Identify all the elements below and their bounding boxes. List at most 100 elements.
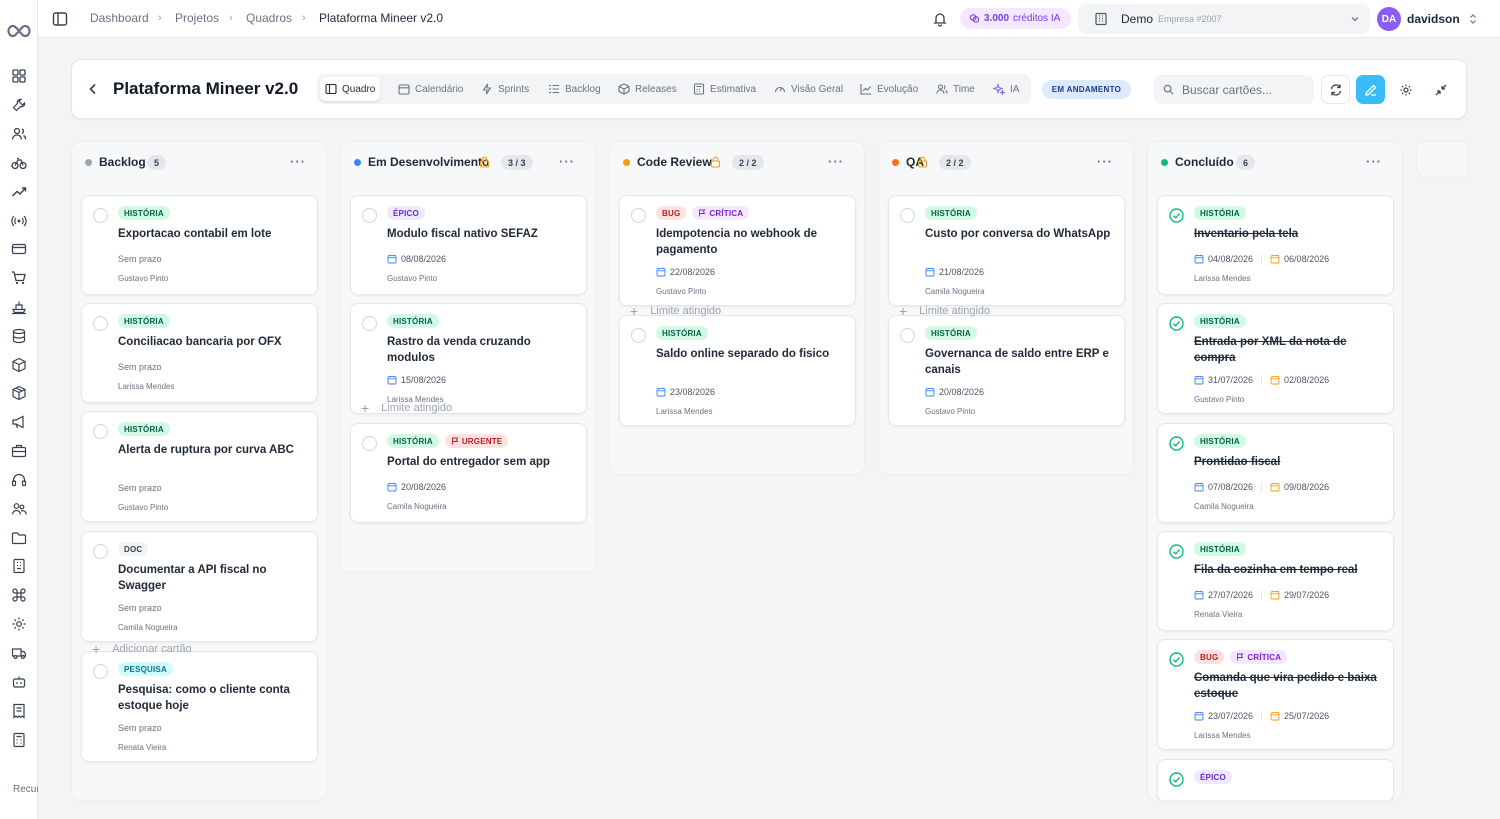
card-checkbox[interactable] <box>631 208 646 223</box>
card-start-date: 23/08/2026 <box>670 387 716 397</box>
kanban-card[interactable]: HISTÓRIA Prontidao fiscal 07/08/2026 09/08/… <box>1157 423 1394 523</box>
kanban-card[interactable]: HISTÓRIA URGENTE Portal do entregador sem … <box>350 423 587 523</box>
sidebar-footer-text[interactable]: Recursos avançados <box>13 784 38 796</box>
edit-button[interactable] <box>1356 75 1385 104</box>
card-checkbox[interactable] <box>631 328 646 343</box>
truck-icon[interactable] <box>11 645 27 661</box>
check-circle-icon[interactable] <box>1169 436 1184 451</box>
kanban-card[interactable]: HISTÓRIA Inventario pela tela 04/08/2026 06… <box>1157 195 1394 295</box>
package-icon[interactable] <box>11 385 27 401</box>
card-checkbox[interactable] <box>362 316 377 331</box>
card-due: Sem prazo <box>118 723 162 733</box>
headset-icon[interactable] <box>11 472 27 488</box>
box-icon[interactable] <box>11 357 27 373</box>
tab-sprints[interactable]: Sprints <box>476 77 534 101</box>
kanban-card[interactable]: HISTÓRIA Custo por conversa do WhatsApp 21… <box>888 195 1125 306</box>
card-checkbox[interactable] <box>93 424 108 439</box>
column-more-icon[interactable]: ··· <box>559 154 575 169</box>
wrench-icon[interactable] <box>11 97 27 113</box>
tab-backlog[interactable]: Backlog <box>543 77 606 101</box>
kanban-card[interactable]: ÉPICO Modulo fiscal nativo SEFAZ 08/08/202… <box>350 195 587 295</box>
tab-evolucao[interactable]: Evolução <box>855 77 923 101</box>
column-more-icon[interactable]: ··· <box>1097 154 1113 169</box>
tab-time[interactable]: Time <box>931 77 980 101</box>
kanban-card[interactable]: HISTÓRIA Conciliacao bancaria por OFX Sem … <box>81 303 318 403</box>
tab-releases[interactable]: Releases <box>613 77 682 101</box>
card-icon[interactable] <box>11 241 27 257</box>
card-checkbox[interactable] <box>362 208 377 223</box>
check-circle-icon[interactable] <box>1169 208 1184 223</box>
add-card-button[interactable]: + Adicionar cartão <box>92 641 192 657</box>
command-icon[interactable] <box>11 587 27 603</box>
building-icon[interactable] <box>11 558 27 574</box>
card-tags: ÉPICO <box>1194 770 1232 784</box>
database-icon[interactable] <box>11 328 27 344</box>
breadcrumb-dashboard[interactable]: Dashboard <box>90 11 149 25</box>
column-more-icon[interactable]: ··· <box>828 154 844 169</box>
user-menu[interactable]: DA davidson <box>1377 5 1483 33</box>
briefcase-icon[interactable] <box>11 443 27 459</box>
infinity-logo-icon[interactable] <box>6 22 32 40</box>
bike-icon[interactable] <box>11 155 27 171</box>
kanban-card[interactable]: HISTÓRIA Alerta de ruptura por curva ABC S… <box>81 411 318 522</box>
kanban-card[interactable]: HISTÓRIA Fila da cozinha em tempo real 27/… <box>1157 531 1394 631</box>
bell-icon[interactable] <box>932 11 948 27</box>
card-title: Modulo fiscal nativo SEFAZ <box>387 228 538 240</box>
check-circle-icon[interactable] <box>1169 544 1184 559</box>
gear-icon[interactable] <box>11 616 27 632</box>
card-checkbox[interactable] <box>900 328 915 343</box>
tab-visao-geral[interactable]: Visão Geral <box>769 77 848 101</box>
card-checkbox[interactable] <box>93 664 108 679</box>
settings-button[interactable] <box>1391 75 1420 104</box>
users-icon[interactable] <box>11 126 27 142</box>
kanban-card[interactable]: HISTÓRIA Saldo online separado do fisico 2… <box>619 315 856 426</box>
ship-icon[interactable] <box>11 299 27 315</box>
team-icon[interactable] <box>11 501 27 517</box>
breadcrumb-projetos[interactable]: Projetos <box>175 11 219 25</box>
check-circle-icon[interactable] <box>1169 772 1184 787</box>
tab-ia[interactable]: IA <box>988 77 1024 101</box>
card-checkbox[interactable] <box>93 316 108 331</box>
kanban-card[interactable]: BUG CRÍTICA Idempotencia no webhook de pag… <box>619 195 856 306</box>
kanban-card[interactable]: DOC Documentar a API fiscal no Swagger Sem… <box>81 531 318 642</box>
card-assignee: Gustavo Pinto <box>656 287 707 296</box>
column-more-icon[interactable]: ··· <box>290 154 306 169</box>
sidebar-toggle-icon[interactable] <box>52 11 68 27</box>
receipt-icon[interactable] <box>11 703 27 719</box>
grid-icon[interactable] <box>11 68 27 84</box>
kanban-card[interactable]: HISTÓRIA Entrada por XML da nota de compr… <box>1157 303 1394 414</box>
card-checkbox[interactable] <box>93 208 108 223</box>
check-circle-icon[interactable] <box>1169 652 1184 667</box>
broadcast-icon[interactable] <box>11 213 27 229</box>
megaphone-icon[interactable] <box>11 414 27 430</box>
back-arrow-icon[interactable] <box>86 82 100 96</box>
kanban-card[interactable]: PESQUISA Pesquisa: como o cliente conta e… <box>81 651 318 762</box>
card-checkbox[interactable] <box>900 208 915 223</box>
breadcrumb-quadros[interactable]: Quadros <box>246 11 292 25</box>
kanban-card[interactable]: ÉPICO <box>1157 759 1394 800</box>
collapse-button[interactable] <box>1426 75 1455 104</box>
card-tag: URGENTE <box>444 434 509 448</box>
tab-quadro[interactable]: Quadro <box>320 77 381 101</box>
refresh-button[interactable] <box>1321 75 1350 104</box>
kanban-card[interactable]: HISTÓRIA Rastro da venda cruzando modulos… <box>350 303 587 414</box>
tab-calendario[interactable]: Calendário <box>393 77 468 101</box>
card-checkbox[interactable] <box>362 436 377 451</box>
column-more-icon[interactable]: ··· <box>1366 154 1382 169</box>
card-dates: 21/08/2026 <box>925 267 984 277</box>
calculator-icon[interactable] <box>11 732 27 748</box>
ai-credits-badge[interactable]: 3.000 créditos IA <box>960 8 1071 29</box>
check-circle-icon[interactable] <box>1169 316 1184 331</box>
cart-icon[interactable] <box>11 270 27 286</box>
tab-estimativa[interactable]: Estimativa <box>688 77 761 101</box>
kanban-card[interactable]: HISTÓRIA Exportacao contabil em lote Sem p… <box>81 195 318 295</box>
bot-icon[interactable] <box>11 674 27 690</box>
kanban-card[interactable]: HISTÓRIA Governanca de saldo entre ERP e … <box>888 315 1125 426</box>
card-checkbox[interactable] <box>93 544 108 559</box>
trend-icon[interactable] <box>11 184 27 200</box>
company-selector[interactable]: Demo Empresa #2007 <box>1078 4 1370 34</box>
folder-icon[interactable] <box>11 530 27 546</box>
search-input[interactable] <box>1182 82 1307 97</box>
search-box[interactable] <box>1154 75 1314 104</box>
kanban-card[interactable]: BUG CRÍTICA Comanda que vira pedido e baix… <box>1157 639 1394 750</box>
